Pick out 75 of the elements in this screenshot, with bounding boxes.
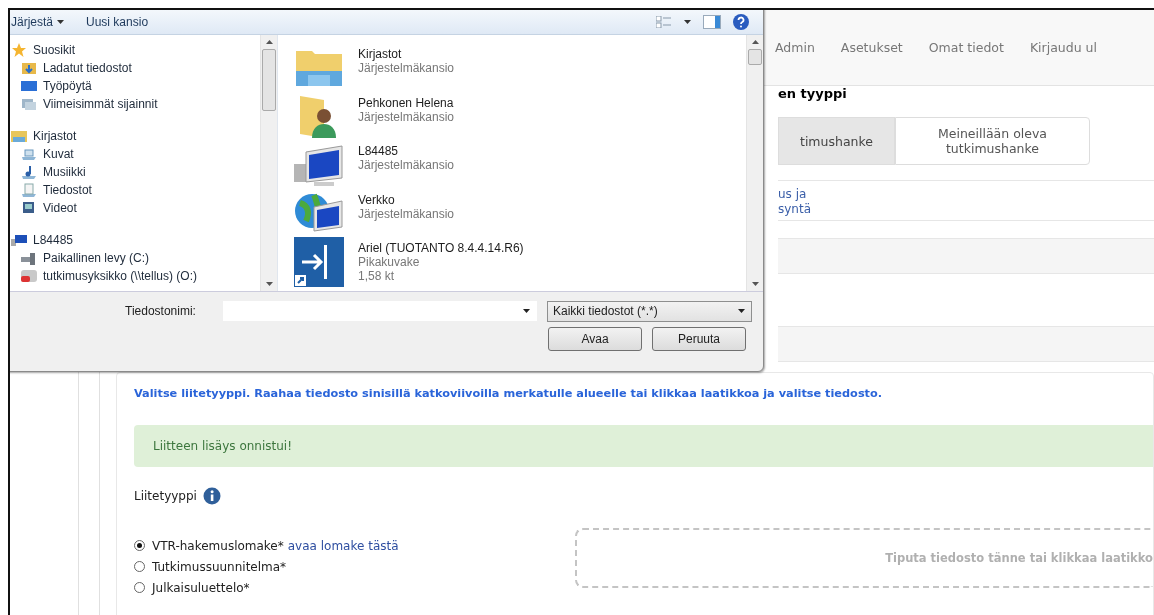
field-label: Liitetyyppi — [134, 489, 197, 503]
caret-icon — [523, 309, 530, 313]
new-folder-button[interactable]: Uusi kansio — [82, 14, 153, 29]
project-type-tab[interactable]: Meineillään oleva tutkimushanke — [895, 117, 1090, 165]
navigation-item[interactable]: Videot — [43, 201, 77, 215]
dialog-button[interactable]: Peruuta — [652, 327, 746, 351]
navigation-item[interactable]: Tiedostot — [43, 183, 92, 197]
file-type: Järjestelmäkansio — [358, 61, 455, 75]
documents-icon — [21, 182, 37, 198]
scrollbar-thumb[interactable] — [748, 49, 762, 65]
file-name[interactable]: L84485 — [358, 144, 455, 158]
scrollbar[interactable] — [260, 35, 277, 291]
navigation-item[interactable]: Ladatut tiedostot — [43, 61, 132, 75]
dialog-button[interactable]: Avaa — [548, 327, 642, 351]
caret-icon — [57, 19, 65, 24]
folder-icon — [21, 60, 37, 76]
organize-menu-button[interactable]: Järjestä — [10, 14, 69, 29]
music-note-icon — [21, 164, 37, 180]
radio-button[interactable] — [134, 582, 145, 593]
nav-link[interactable]: Asetukset — [827, 40, 916, 55]
shortcut-app-icon — [294, 237, 344, 287]
computer-icon — [11, 232, 27, 248]
nav-link[interactable]: Kirjaudu ul — [1016, 40, 1110, 55]
scroll-down-arrow-icon[interactable] — [751, 282, 759, 286]
scroll-down-arrow-icon[interactable] — [265, 282, 273, 286]
info-icon — [202, 487, 221, 505]
radio-button[interactable] — [134, 540, 145, 551]
desktop-icon — [21, 78, 37, 94]
navigation-item[interactable]: Viimeisimmät sijainnit — [43, 97, 158, 111]
link[interactable]: us ja syntä — [778, 181, 1154, 220]
preview-pane-icon[interactable] — [703, 14, 721, 29]
section-heading: en tyyppi — [778, 86, 848, 103]
navigation-item[interactable]: Kirjastot — [33, 129, 77, 143]
radio-button[interactable] — [134, 561, 145, 572]
caret-icon[interactable] — [684, 19, 691, 24]
file-name[interactable]: Ariel (TUOTANTO 8.4.4.14.R6) — [358, 241, 524, 255]
file-name[interactable]: Pehkonen Helena — [358, 95, 455, 110]
navigation-item[interactable]: Musiikki — [43, 165, 86, 179]
radio-label: Tutkimussuunnitelma* — [152, 559, 287, 574]
library-folder-icon — [11, 128, 27, 144]
radio-label: Julkaisuluettelo* — [152, 580, 250, 595]
success-alert: Liitteen lisäys onnistui! — [134, 425, 1153, 467]
form-link[interactable]: avaa lomake tästä — [287, 538, 399, 553]
file-type: Pikakuvake — [358, 255, 421, 269]
navigation-item[interactable]: Suosikit — [33, 43, 76, 57]
file-type: Järjestelmäkansio — [358, 109, 455, 124]
file-type-dropdown[interactable]: Kaikki tiedostot (*.*) — [547, 300, 752, 322]
file-name[interactable]: Verkko — [358, 192, 455, 207]
nav-link[interactable]: Admin — [762, 40, 828, 55]
nav-link[interactable]: Omat tiedot — [915, 40, 1017, 55]
field-label: Tiedostonimi: — [125, 304, 197, 318]
scrollbar-thumb[interactable] — [262, 49, 276, 111]
scrollbar[interactable] — [746, 35, 763, 291]
file-name[interactable]: Kirjastot — [358, 47, 455, 61]
video-icon — [21, 200, 37, 216]
scroll-up-arrow-icon[interactable] — [751, 40, 759, 44]
pictures-icon — [21, 146, 37, 162]
navigation-item[interactable]: L84485 — [33, 233, 74, 247]
navigation-item[interactable]: tutkimusyksikko (\\tellus) (O:) — [43, 269, 198, 283]
help-icon[interactable] — [733, 13, 749, 30]
instructions-text: Valitse liitetyyppi. Raahaa tiedosto sinisillä katkoviivoilla merkatulle alueelle tai klikkaa laatikkoa ja valitse tiedosto. — [134, 387, 884, 400]
navigation-item[interactable]: Paikallinen levy (C:) — [43, 251, 150, 265]
star-icon — [11, 42, 27, 58]
file-type: Järjestelmäkansio — [358, 206, 455, 221]
project-type-tab[interactable]: timushanke — [778, 117, 895, 165]
file-type: Järjestelmäkansio — [358, 158, 455, 172]
file-size: 1,58 kt — [358, 269, 396, 283]
hard-drive-icon — [21, 250, 37, 266]
recent-places-icon — [21, 96, 37, 112]
scroll-up-arrow-icon[interactable] — [265, 40, 273, 44]
caret-icon — [738, 309, 745, 313]
radio-label: VTR-hakemuslomake* — [152, 538, 284, 553]
navigation-item[interactable]: Työpöytä — [43, 79, 92, 93]
network-drive-icon — [21, 268, 37, 284]
navigation-item[interactable]: Kuvat — [43, 147, 74, 161]
